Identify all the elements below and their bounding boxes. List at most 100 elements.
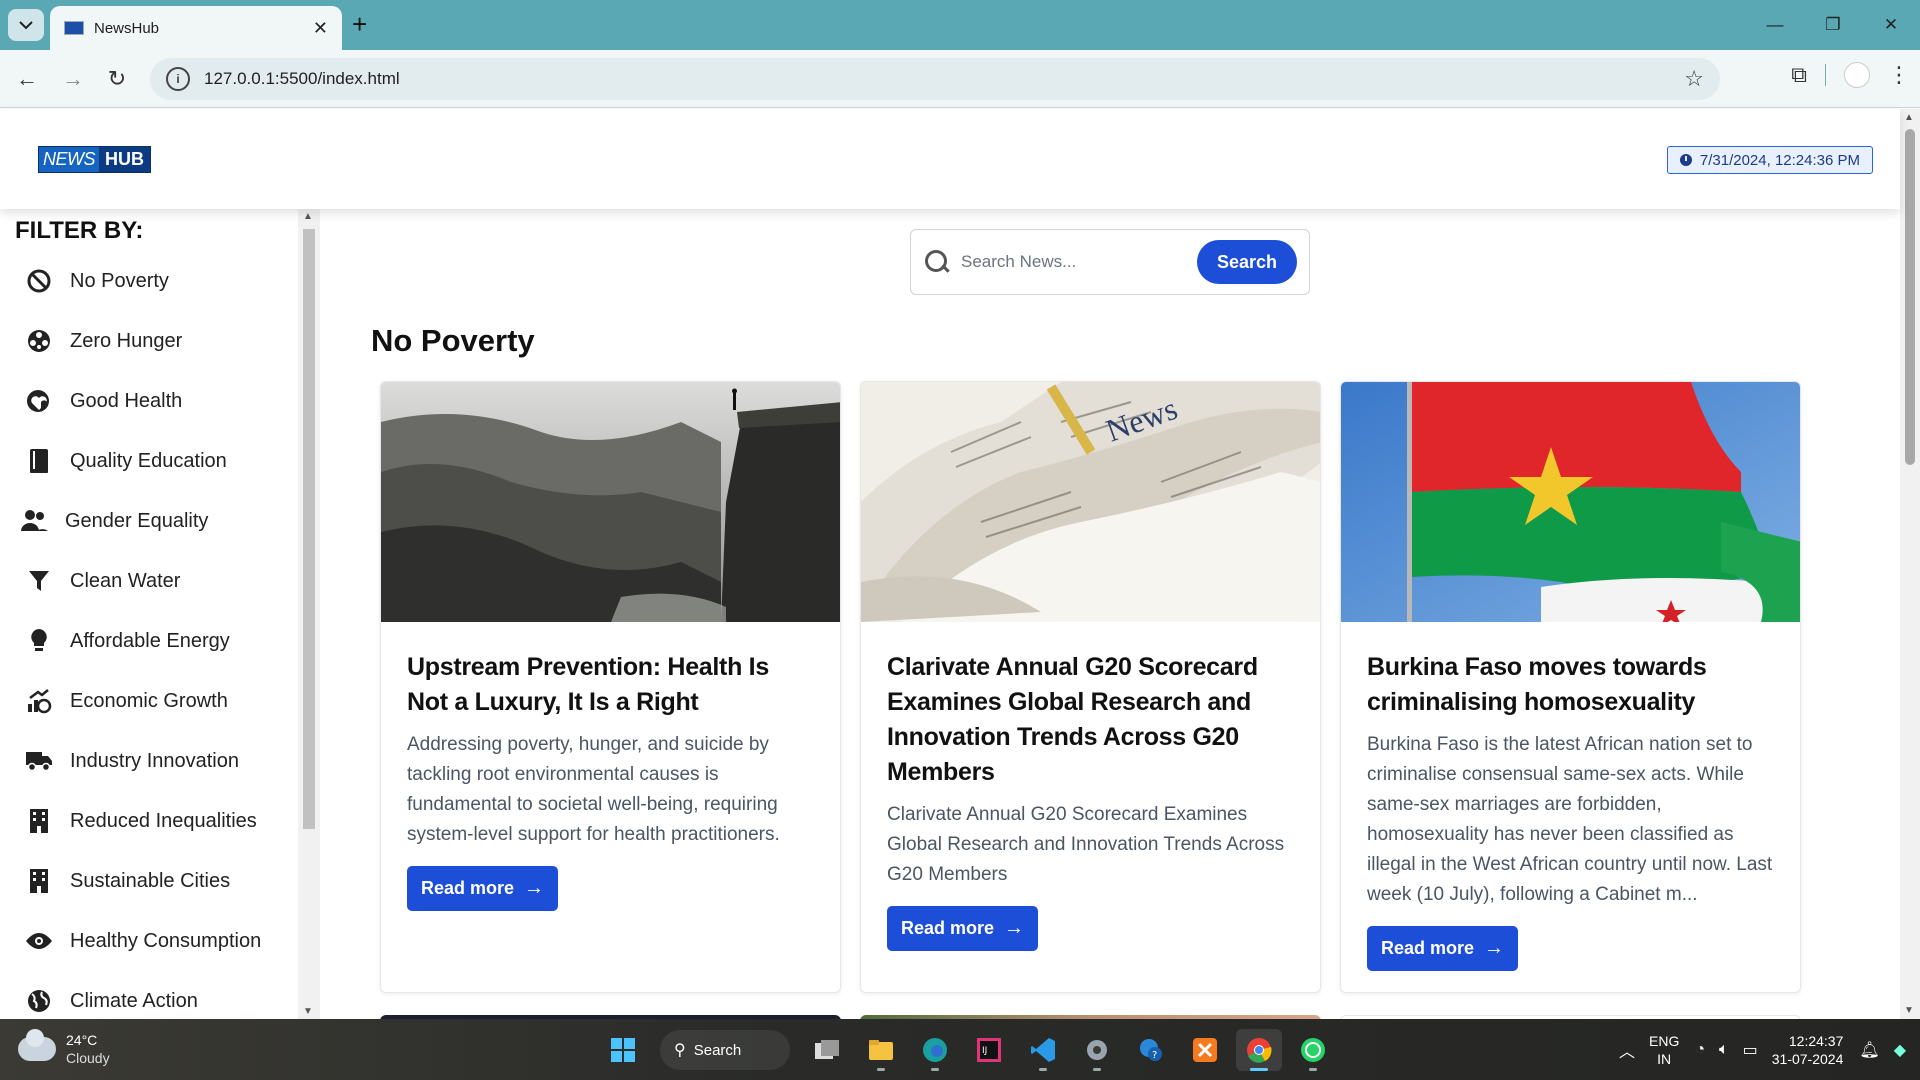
- tab-search-button[interactable]: [8, 9, 44, 41]
- sidebar-scrollbar-thumb[interactable]: [303, 229, 315, 829]
- browser-tab[interactable]: NewsHub ✕: [50, 6, 342, 50]
- newshub-logo[interactable]: NEWS HUB: [38, 146, 151, 173]
- xampp-button[interactable]: [1182, 1029, 1228, 1071]
- city-icon: [24, 866, 54, 896]
- gear-icon: [1087, 1040, 1107, 1060]
- region-code: IN: [1657, 1050, 1672, 1067]
- sidebar-item-clean-water[interactable]: Clean Water: [24, 551, 261, 611]
- edge-button[interactable]: [912, 1029, 958, 1071]
- datetime-badge: 7/31/2024, 12:24:36 PM: [1666, 146, 1873, 174]
- datetime-text: 7/31/2024, 12:24:36 PM: [1699, 151, 1860, 169]
- sidebar-item-sustainable-cities[interactable]: Sustainable Cities: [24, 851, 261, 911]
- wifi-icon[interactable]: ◔: [1695, 1041, 1705, 1059]
- sidebar-item-label: Good Health: [70, 389, 183, 412]
- weather-condition: Cloudy: [66, 1050, 110, 1066]
- close-tab-icon[interactable]: ✕: [313, 18, 328, 39]
- scroll-down-icon[interactable]: ▼: [303, 1006, 313, 1017]
- bookmark-star-icon[interactable]: ☆: [1684, 66, 1704, 92]
- search-button[interactable]: Search: [1196, 240, 1297, 284]
- search-input[interactable]: [961, 252, 1197, 272]
- help-button[interactable]: ?: [1128, 1029, 1174, 1071]
- toolbar-divider: [1825, 64, 1826, 86]
- sidebar-item-economic-growth[interactable]: Economic Growth: [24, 671, 261, 731]
- settings-button[interactable]: [1074, 1029, 1120, 1071]
- taskbar-search[interactable]: ⚲ Search: [660, 1030, 790, 1070]
- browser-toolbar: ← → ↻ i 127.0.0.1:5500/index.html ☆ ⧉ ⋮: [0, 50, 1920, 108]
- language-indicator[interactable]: ENG IN: [1649, 1032, 1679, 1068]
- sidebar-item-reduced-inequalities[interactable]: Reduced Inequalities: [24, 791, 261, 851]
- scroll-up-icon[interactable]: ▲: [303, 211, 313, 222]
- read-more-button[interactable]: Read more →: [1367, 926, 1519, 971]
- svg-text:IJ: IJ: [982, 1046, 987, 1056]
- sidebar-item-zero-hunger[interactable]: Zero Hunger: [24, 311, 261, 371]
- intellij-button[interactable]: IJ: [966, 1029, 1012, 1071]
- copilot-icon[interactable]: ◆: [1894, 1040, 1906, 1060]
- lightbulb-icon: [24, 626, 54, 656]
- close-window-button[interactable]: ✕: [1862, 0, 1920, 50]
- sidebar-item-gender-equality[interactable]: Gender Equality: [19, 491, 261, 551]
- sidebar-item-label: Healthy Consumption: [70, 929, 262, 952]
- running-indicator: [1309, 1068, 1317, 1071]
- news-card: Burkina Faso moves towards criminalising…: [1340, 381, 1801, 993]
- sidebar-item-label: Climate Action: [70, 989, 198, 1012]
- extensions-icon[interactable]: ⧉: [1791, 62, 1807, 88]
- filter-icon: [24, 566, 54, 596]
- reload-button[interactable]: ↻: [100, 62, 134, 96]
- chrome-icon: [1247, 1038, 1272, 1063]
- file-explorer-button[interactable]: [858, 1029, 904, 1071]
- people-icon: [19, 506, 49, 536]
- more-menu-icon[interactable]: ⋮: [1888, 62, 1910, 88]
- card-description: Addressing poverty, hunger, and suicide …: [407, 734, 780, 845]
- chevron-up-icon[interactable]: ︿: [1619, 1038, 1635, 1062]
- restore-button[interactable]: ❐: [1804, 0, 1862, 50]
- notification-bell-icon[interactable]: 🔔︎: [1859, 1040, 1879, 1060]
- scroll-up-icon[interactable]: ▲: [1904, 112, 1914, 123]
- address-bar[interactable]: i 127.0.0.1:5500/index.html ☆: [150, 58, 1720, 100]
- new-tab-button[interactable]: +: [352, 10, 367, 38]
- sidebar-scrollbar[interactable]: ▲ ▼: [298, 209, 320, 1019]
- weather-widget[interactable]: 24°C Cloudy: [18, 1029, 110, 1067]
- sidebar-item-no-poverty[interactable]: No Poverty: [24, 251, 261, 311]
- minimize-button[interactable]: —: [1746, 0, 1804, 50]
- chevron-down-icon: [19, 21, 33, 30]
- profile-avatar[interactable]: [1844, 62, 1870, 88]
- whatsapp-button[interactable]: [1290, 1029, 1336, 1071]
- card-title[interactable]: Burkina Faso moves towards criminalising…: [1367, 650, 1774, 720]
- clock[interactable]: 12:24:37 31-07-2024: [1772, 1032, 1844, 1068]
- sidebar-item-affordable-energy[interactable]: Affordable Energy: [24, 611, 261, 671]
- card-image-newspapers: News: [861, 382, 1320, 622]
- card-title[interactable]: Upstream Prevention: Health Is Not a Lux…: [407, 650, 814, 720]
- sidebar-item-industry-innovation[interactable]: Industry Innovation: [24, 731, 261, 791]
- read-more-label: Read more: [1381, 938, 1475, 958]
- arrow-right-icon: →: [1484, 937, 1505, 959]
- task-view-button[interactable]: [804, 1029, 850, 1071]
- sidebar-item-label: Industry Innovation: [70, 749, 239, 772]
- sidebar-item-healthy-consumption[interactable]: Healthy Consumption: [24, 911, 261, 971]
- start-button[interactable]: [600, 1029, 646, 1071]
- read-more-label: Read more: [421, 878, 515, 898]
- battery-icon[interactable]: ▭: [1743, 1040, 1758, 1060]
- sidebar-item-quality-education[interactable]: Quality Education: [24, 431, 261, 491]
- card-title[interactable]: Clarivate Annual G20 Scorecard Examines …: [887, 650, 1294, 790]
- page-scrollbar[interactable]: ▲ ▼: [1900, 109, 1920, 1019]
- os-taskbar: 24°C Cloudy ⚲ Search IJ ? ︿ ENG IN ◔ 🔈︎ …: [0, 1019, 1920, 1080]
- intellij-icon: IJ: [977, 1038, 1001, 1062]
- back-button[interactable]: ←: [10, 62, 44, 96]
- sidebar-item-climate-action[interactable]: Climate Action: [24, 971, 261, 1019]
- main-content: Search No Poverty Upstream Prevention: H…: [320, 209, 1900, 1019]
- volume-icon[interactable]: 🔈︎: [1719, 1041, 1729, 1059]
- url-text[interactable]: 127.0.0.1:5500/index.html: [204, 69, 1684, 89]
- help-chat-icon: ?: [1140, 1039, 1162, 1061]
- forward-button[interactable]: →: [56, 62, 90, 96]
- vscode-button[interactable]: [1020, 1029, 1066, 1071]
- site-info-icon[interactable]: i: [166, 67, 190, 91]
- scroll-down-icon[interactable]: ▼: [1904, 1005, 1914, 1016]
- page-scrollbar-thumb[interactable]: [1905, 129, 1915, 465]
- windows-icon: [611, 1038, 635, 1062]
- read-more-button[interactable]: Read more →: [887, 906, 1039, 951]
- sidebar-item-good-health[interactable]: Good Health: [24, 371, 261, 431]
- language-code: ENG: [1649, 1032, 1680, 1049]
- chrome-button[interactable]: [1236, 1029, 1282, 1071]
- read-more-button[interactable]: Read more →: [407, 866, 559, 911]
- section-title: No Poverty: [371, 323, 535, 358]
